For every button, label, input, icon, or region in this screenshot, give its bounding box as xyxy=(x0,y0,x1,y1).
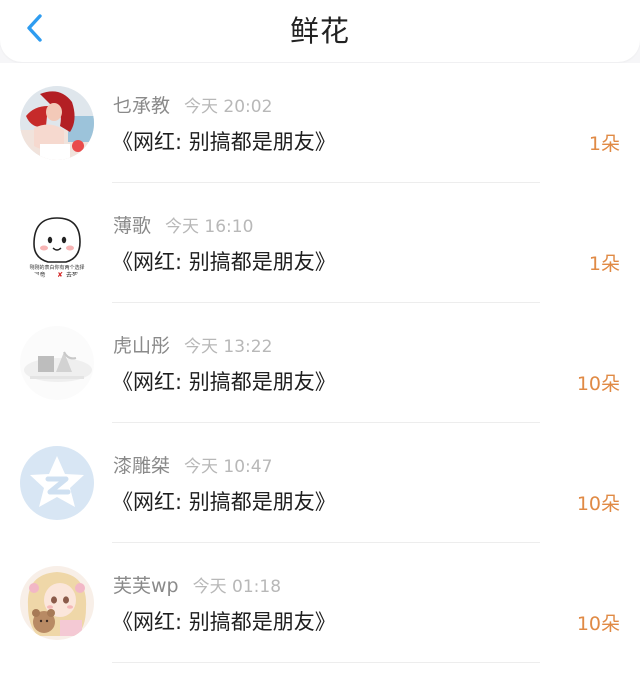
girl-red-hair-photo xyxy=(20,86,94,160)
flower-count: 1朵 xyxy=(588,133,620,155)
song-title: 《网红: 别搞都是朋友》 xyxy=(112,130,336,154)
song-title: 《网红: 别搞都是朋友》 xyxy=(112,610,336,634)
item-meta: 漆雕桀 今天 10:47 xyxy=(113,451,272,477)
avatar[interactable]: 刚刚的表白你有两个选择 °同意 ✘ 去死 xyxy=(20,206,94,280)
avatar[interactable] xyxy=(20,566,94,640)
flower-count: 1朵 xyxy=(588,253,620,275)
svg-text:刚刚的表白你有两个选择: 刚刚的表白你有两个选择 xyxy=(29,264,84,271)
timestamp: 今天 16:10 xyxy=(165,217,254,237)
user-name[interactable]: 漆雕桀 xyxy=(113,455,170,477)
timestamp: 今天 10:47 xyxy=(184,457,273,477)
timestamp: 今天 13:22 xyxy=(184,337,273,357)
avatar[interactable] xyxy=(20,446,94,520)
svg-text:去死: 去死 xyxy=(66,271,78,279)
svg-text:°同意: °同意 xyxy=(30,271,45,279)
list-item[interactable]: 乜承教 今天 20:02 《网红: 别搞都是朋友》 1朵 xyxy=(0,63,640,183)
item-meta: 虎山彤 今天 13:22 xyxy=(113,331,272,357)
svg-text:✘: ✘ xyxy=(57,271,63,279)
item-meta: 薄歌 今天 16:10 xyxy=(113,211,253,237)
user-name[interactable]: 乜承教 xyxy=(113,95,170,117)
timestamp: 今天 20:02 xyxy=(184,97,273,117)
flower-list: 乜承教 今天 20:02 《网红: 别搞都是朋友》 1朵 刚刚的表白你有两个选择 … xyxy=(0,63,640,681)
top-nav-bar: 鲜花 xyxy=(0,0,640,62)
avatar[interactable] xyxy=(20,86,94,160)
flower-count: 10朵 xyxy=(576,493,620,515)
song-title: 《网红: 别搞都是朋友》 xyxy=(112,250,336,274)
list-item[interactable]: 芙芙wp 今天 01:18 《网红: 别搞都是朋友》 10朵 xyxy=(0,543,640,663)
anime-girl-with-bear xyxy=(20,566,94,640)
list-item[interactable]: 刚刚的表白你有两个选择 °同意 ✘ 去死 薄歌 今天 16:10 《网红: 别搞都… xyxy=(0,183,640,303)
user-name[interactable]: 虎山彤 xyxy=(113,335,170,357)
qzone-star-logo xyxy=(20,446,94,520)
divider xyxy=(112,662,540,663)
faded-landscape-photo xyxy=(20,326,94,400)
list-item[interactable]: 虎山彤 今天 13:22 《网红: 别搞都是朋友》 10朵 xyxy=(0,303,640,423)
song-title: 《网红: 别搞都是朋友》 xyxy=(112,370,336,394)
avatar[interactable] xyxy=(20,326,94,400)
song-title: 《网红: 别搞都是朋友》 xyxy=(112,490,336,514)
list-item[interactable]: 漆雕桀 今天 10:47 《网红: 别搞都是朋友》 10朵 xyxy=(0,423,640,543)
user-name[interactable]: 芙芙wp xyxy=(113,575,179,597)
item-meta: 乜承教 今天 20:02 xyxy=(113,91,272,117)
item-meta: 芙芙wp 今天 01:18 xyxy=(113,571,281,597)
flower-count: 10朵 xyxy=(576,613,620,635)
timestamp: 今天 01:18 xyxy=(192,577,282,597)
page-title: 鲜花 xyxy=(289,14,350,48)
flower-count: 10朵 xyxy=(576,373,620,395)
user-name[interactable]: 薄歌 xyxy=(113,215,151,237)
cartoon-white-face-sticker: 刚刚的表白你有两个选择 °同意 ✘ 去死 xyxy=(20,206,94,280)
